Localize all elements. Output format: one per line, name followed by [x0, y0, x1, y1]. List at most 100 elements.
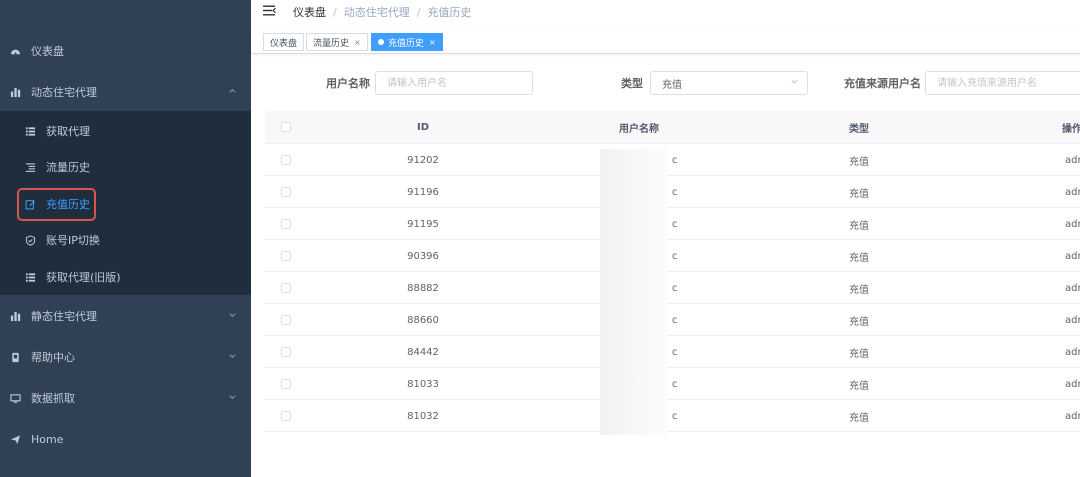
cell-type: 充值	[849, 316, 869, 328]
cell-username: c	[672, 346, 678, 358]
sidebar-item-get-proxy-old[interactable]: 获取代理(旧版)	[0, 262, 251, 292]
sidebar-item-label: 获取代理(旧版)	[46, 271, 121, 284]
table-row[interactable]: 91202 c 充值 adm	[265, 144, 1080, 176]
sidebar-item-static-proxy[interactable]: 静态住宅代理	[0, 301, 251, 331]
username-input[interactable]	[375, 71, 533, 95]
shield-icon	[24, 234, 36, 246]
row-checkbox[interactable]	[281, 347, 291, 357]
table-row[interactable]: 84442 c 充值 adm	[265, 336, 1080, 368]
row-checkbox[interactable]	[281, 187, 291, 197]
cell-type: 充值	[849, 188, 869, 200]
bar-chart-icon	[9, 310, 21, 322]
sidebar-item-label: 账号IP切换	[46, 234, 100, 247]
cell-type: 充值	[849, 284, 869, 296]
tag-recharge-history[interactable]: 充值历史 ×	[371, 33, 443, 51]
cell-username: c	[672, 282, 678, 294]
column-header-type[interactable]: 类型	[801, 111, 917, 144]
cell-type: 充值	[849, 380, 869, 392]
table-header: ID 用户名称 类型 操作	[265, 111, 1080, 144]
cell-op[interactable]: adm	[1065, 208, 1080, 240]
cell-type: 充值	[849, 348, 869, 360]
cell-op[interactable]: adm	[1065, 144, 1080, 176]
cell-op[interactable]: adm	[1065, 400, 1080, 432]
sidebar-item-help-center[interactable]: 帮助中心	[0, 342, 251, 372]
tag-label: 充值历史	[388, 38, 425, 49]
column-header-op[interactable]: 操作	[1062, 111, 1080, 144]
sidebar: 仪表盘 动态住宅代理 获取代理 流量历史 充值历史 账号IP切换 获取代理(旧版…	[0, 0, 251, 477]
cell-type: 充值	[849, 252, 869, 264]
row-checkbox[interactable]	[281, 411, 291, 421]
table-row[interactable]: 88882 c 充值 adm	[265, 272, 1080, 304]
cell-op[interactable]: adm	[1065, 272, 1080, 304]
chevron-down-icon	[228, 351, 237, 364]
sidebar-item-data-scraping[interactable]: 数据抓取	[0, 383, 251, 413]
cell-id: 90396	[407, 250, 439, 262]
table-row[interactable]: 81033 c 充值 adm	[265, 368, 1080, 400]
row-checkbox[interactable]	[281, 315, 291, 325]
tag-dashboard[interactable]: 仪表盘	[263, 33, 305, 51]
cell-id: 91195	[407, 218, 439, 230]
cell-op[interactable]: adm	[1065, 240, 1080, 272]
breadcrumb-item: 动态住宅代理	[343, 6, 410, 19]
select-all-checkbox[interactable]	[281, 122, 291, 132]
dashboard-icon	[9, 45, 21, 57]
row-checkbox[interactable]	[281, 251, 291, 261]
cell-username: c	[672, 314, 678, 326]
cell-op[interactable]: adm	[1065, 368, 1080, 400]
sidebar-item-label: 流量历史	[46, 161, 90, 174]
list-icon	[24, 271, 36, 283]
username-label: 用户名称	[326, 77, 370, 90]
cell-id: 88660	[407, 314, 439, 326]
breadcrumb-separator: /	[333, 5, 337, 19]
type-select[interactable]: 充值	[650, 71, 808, 95]
cell-username: c	[672, 218, 678, 230]
row-checkbox[interactable]	[281, 219, 291, 229]
app-root: 仪表盘 动态住宅代理 获取代理 流量历史 充值历史 账号IP切换 获取代理(旧版…	[0, 0, 1080, 477]
cell-type: 充值	[849, 412, 869, 424]
cell-op[interactable]: adm	[1065, 336, 1080, 368]
sidebar-item-home[interactable]: Home	[0, 424, 251, 454]
cell-op[interactable]: adm	[1065, 304, 1080, 336]
cell-id: 91202	[407, 154, 439, 166]
column-header-id[interactable]: ID	[365, 111, 481, 144]
breadcrumb-item[interactable]: 仪表盘	[293, 4, 326, 20]
chevron-up-icon	[228, 86, 237, 99]
source-username-input[interactable]	[925, 71, 1080, 95]
tags-view: 仪表盘 流量历史 × 充值历史 ×	[251, 30, 1080, 54]
send-icon	[9, 433, 21, 445]
row-checkbox[interactable]	[281, 379, 291, 389]
sidebar-item-dynamic-proxy[interactable]: 动态住宅代理	[0, 77, 251, 107]
cell-username: c	[672, 410, 678, 422]
table-row[interactable]: 81032 c 充值 adm	[265, 400, 1080, 432]
cell-username: c	[672, 250, 678, 262]
cell-op[interactable]: adm	[1065, 176, 1080, 208]
cell-type: 充值	[849, 220, 869, 232]
sidebar-item-label: 数据抓取	[31, 392, 75, 405]
column-header-username[interactable]: 用户名称	[581, 111, 697, 144]
cell-id: 81032	[407, 410, 439, 422]
bar-chart-icon	[9, 86, 21, 98]
sidebar-item-label: 帮助中心	[31, 351, 75, 364]
cell-username: c	[672, 378, 678, 390]
cell-username: c	[672, 186, 678, 198]
active-dot-icon	[378, 39, 384, 45]
tag-label: 流量历史	[313, 38, 350, 49]
list-icon	[24, 125, 36, 137]
sidebar-item-get-proxy[interactable]: 获取代理	[0, 116, 251, 146]
close-icon[interactable]: ×	[429, 38, 436, 47]
sidebar-item-account-ip-switch[interactable]: 账号IP切换	[0, 225, 251, 255]
sidebar-item-dashboard[interactable]: 仪表盘	[0, 36, 251, 66]
sidebar-item-traffic-history[interactable]: 流量历史	[0, 152, 251, 182]
table-row[interactable]: 90396 c 充值 adm	[265, 240, 1080, 272]
sidebar-item-label: Home	[31, 432, 64, 446]
row-checkbox[interactable]	[281, 155, 291, 165]
chevron-down-icon	[228, 392, 237, 405]
table-row[interactable]: 88660 c 充值 adm	[265, 304, 1080, 336]
table-row[interactable]: 91196 c 充值 adm	[265, 176, 1080, 208]
tag-traffic-history[interactable]: 流量历史 ×	[306, 33, 368, 51]
sidebar-item-recharge-history[interactable]: 充值历史	[0, 189, 251, 219]
hamburger-icon[interactable]	[263, 4, 276, 17]
table-row[interactable]: 91195 c 充值 adm	[265, 208, 1080, 240]
close-icon[interactable]: ×	[354, 38, 361, 47]
row-checkbox[interactable]	[281, 283, 291, 293]
